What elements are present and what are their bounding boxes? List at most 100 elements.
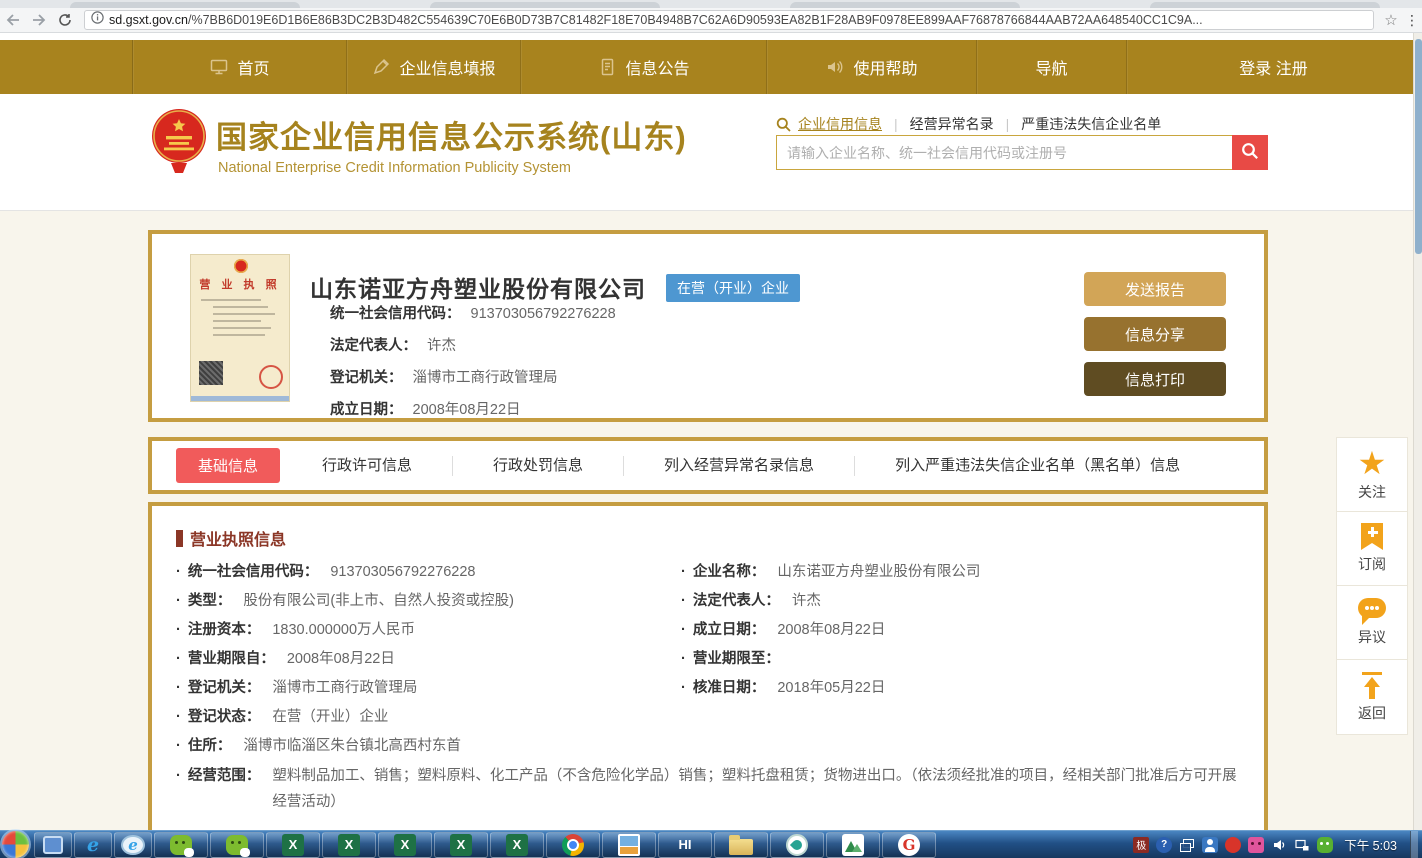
tab-basic-info[interactable]: 基础信息 [176,448,280,483]
taskbar-app-photo-viewer[interactable] [602,832,656,858]
pink-app-tray-icon[interactable] [1248,837,1264,853]
chinese-app-tray-icon[interactable]: 极 [1133,837,1149,853]
volume-icon[interactable] [1271,837,1287,853]
license-title: 营 业 执 照 [191,276,289,292]
field-label: 成立日期： [693,618,766,639]
help-tray-icon[interactable]: ? [1156,837,1172,853]
windows-tray-icon[interactable] [1179,837,1195,853]
taskbar-clock[interactable]: 下午 5:03 [1344,835,1397,854]
search-icon [776,117,791,132]
user-tray-icon[interactable] [1202,837,1218,853]
nav-item-login-register[interactable]: 登录 注册 [1127,40,1420,94]
tab-administrative-penalty[interactable]: 行政处罚信息 [452,456,623,476]
show-desktop-button[interactable] [1410,831,1418,858]
taskbar-app-securities[interactable] [826,832,880,858]
field-label: 注册资本： [188,618,261,639]
page-info-icon[interactable] [91,11,104,29]
search-button[interactable] [1232,135,1268,170]
pen-icon [371,57,391,77]
taskbar-app-excel-5[interactable]: X [490,832,544,858]
field-value: 2008年08月22日 [287,647,395,668]
browser-360-icon: e [121,835,145,855]
taskbar-app-desktop-window[interactable] [34,832,72,858]
field-row: 统一社会信用代码：913703056792276228 [330,302,616,323]
excel-icon: X [282,834,304,856]
scrollbar-thumb[interactable] [1415,39,1422,254]
field-row: 经营范围：塑料制品加工、销售；塑料原料、化工产品（不含危险化学品）销售；塑料托盘… [176,763,1248,815]
search-input[interactable] [776,135,1232,170]
taskbar: e e X X X X X HI G 极 ? 下午 5:03 [0,830,1422,858]
sidebar-item-label: 返回 [1358,703,1386,723]
search-scope-tabs: 企业信用信息 | 经营异常名录 | 严重违法失信企业名单 [776,114,1173,134]
site-title: 国家企业信用信息公示系统(山东) [216,112,687,157]
print-info-button[interactable]: 信息打印 [1084,362,1226,396]
forward-button[interactable] [26,10,52,31]
send-report-button[interactable]: 发送报告 [1084,272,1226,306]
taskbar-app-excel-4[interactable]: X [434,832,488,858]
sidebar-item-back-to-top[interactable]: 返回 [1337,660,1407,734]
search-tab-blacklist[interactable]: 严重违法失信企业名单 [1009,114,1173,134]
network-icon[interactable] [1294,837,1310,853]
field-label: 企业名称： [693,560,766,581]
start-button[interactable] [2,831,29,858]
taskbar-app-360-safety[interactable] [770,832,824,858]
field-label: 法定代表人： [330,338,417,354]
taskbar-app-excel-1[interactable]: X [266,832,320,858]
red-app-tray-icon[interactable] [1225,837,1241,853]
share-info-button[interactable]: 信息分享 [1084,317,1226,351]
taskbar-app-excel-3[interactable]: X [378,832,432,858]
taskbar-app-internet-explorer[interactable]: e [74,832,112,858]
refresh-button[interactable] [52,10,78,31]
back-button[interactable] [0,10,26,31]
field-value: 2008年08月22日 [777,618,885,639]
url-domain: sd.gsxt.gov.cn [109,13,188,27]
sidebar-item-label: 订阅 [1358,554,1386,574]
field-value: 许杰 [792,589,821,610]
nav-item-home[interactable]: 首页 [133,40,347,94]
wechat-tray-icon[interactable] [1317,837,1333,853]
address-bar[interactable]: sd.gsxt.gov.cn/%7BB6D019E6D1B6E86B3DC2B3… [84,10,1374,30]
national-emblem-logo [150,106,208,195]
taskbar-app-chrome[interactable] [546,832,600,858]
nav-item-label: 信息公告 [625,55,689,79]
field-label: 统一社会信用代码： [330,306,461,322]
field-label: 登记机关： [188,676,261,697]
taskbar-app-excel-2[interactable]: X [322,832,376,858]
sidebar-item-subscribe[interactable]: 订阅 [1337,512,1407,586]
taskbar-app-wechat-2[interactable] [210,832,264,858]
nav-item-help[interactable]: 使用帮助 [767,40,977,94]
nav-item-navigation[interactable]: 导航 [977,40,1127,94]
excel-icon: X [450,834,472,856]
url-text: sd.gsxt.gov.cn/%7BB6D019E6D1B6E86B3DC2B3… [109,13,1203,27]
nav-item-label: 导航 [1035,55,1067,79]
taskbar-app-folder[interactable] [714,832,768,858]
page-scrollbar[interactable] [1413,33,1422,830]
search-tab-enterprise-credit[interactable]: 企业信用信息 [798,114,894,134]
section-title-text: 营业执照信息 [190,526,286,550]
sidebar-item-label: 异议 [1358,627,1386,647]
field-row: 类型：股份有限公司(非上市、自然人投资或控股) 法定代表人：许杰 [176,589,1248,618]
sidebar-item-dispute[interactable]: 异议 [1337,586,1407,660]
site-navbar: 首页 企业信息填报 信息公告 使用帮助 导航 登录 注册 [0,40,1422,94]
browser-menu-icon[interactable]: ⋮ [1402,12,1422,29]
license-footer-strip [191,396,289,401]
browser-toolbar: sd.gsxt.gov.cn/%7BB6D019E6D1B6E86B3DC2B3… [0,8,1422,33]
nav-item-announcements[interactable]: 信息公告 [521,40,767,94]
nav-item-enterprise-reporting[interactable]: 企业信息填报 [347,40,521,94]
sidebar-item-follow[interactable]: ★ 关注 [1337,438,1407,512]
business-license-thumbnail: 营 业 执 照 [190,254,290,402]
taskbar-app-downloader[interactable]: G [882,832,936,858]
tab-administrative-license[interactable]: 行政许可信息 [322,456,452,476]
site-header: 国家企业信用信息公示系统(山东) National Enterprise Cre… [0,94,1422,211]
taskbar-app-baidu-hi[interactable]: HI [658,832,712,858]
search-tab-abnormal-directory[interactable]: 经营异常名录 [898,114,1006,134]
field-value: 在营（开业）企业 [272,705,388,726]
url-path: /%7BB6D019E6D1B6E86B3DC2B3D482C554639C70… [188,13,1203,27]
license-info-card: 营业执照信息 统一社会信用代码：913703056792276228 企业名称：… [148,502,1268,838]
bookmark-star-icon[interactable]: ☆ [1380,11,1402,29]
tab-serious-violations-blacklist[interactable]: 列入严重违法失信企业名单（黑名单）信息 [854,456,1220,476]
taskbar-app-wechat-1[interactable] [154,832,208,858]
tab-abnormal-operations-list[interactable]: 列入经营异常名录信息 [623,456,854,476]
nav-item-label: 企业信息填报 [399,55,495,79]
taskbar-app-browser-360[interactable]: e [114,832,152,858]
